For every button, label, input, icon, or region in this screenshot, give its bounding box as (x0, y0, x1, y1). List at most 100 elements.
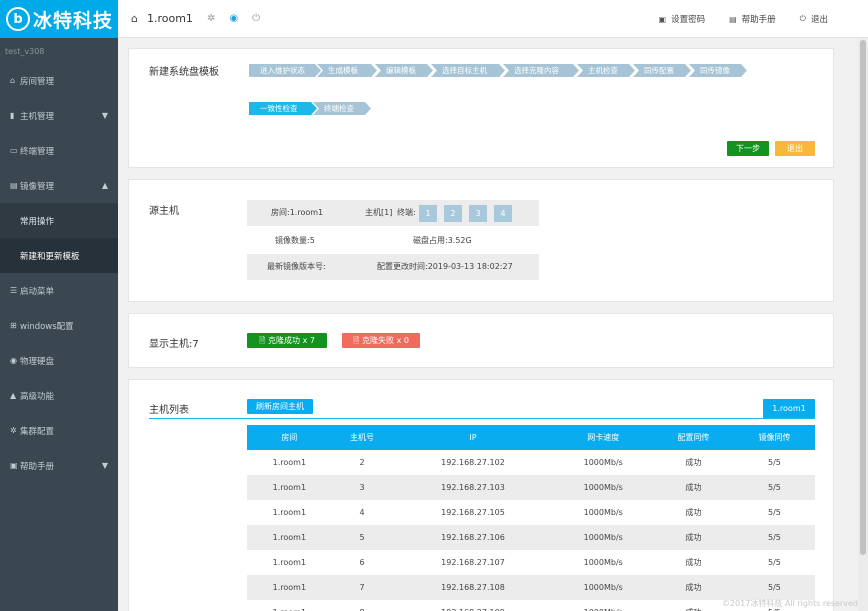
column-header[interactable]: 镜像同传 (733, 425, 815, 450)
host-list-title: 主机列表 (149, 405, 189, 416)
column-header[interactable]: 配置同传 (652, 425, 734, 450)
sidebar-item-terminal[interactable]: ▭ 终端管理 (0, 133, 118, 168)
gear-icon[interactable]: ✲ (207, 13, 215, 24)
cell-ip: 192.168.27.105 (441, 508, 505, 517)
step-host-check[interactable]: 主机检查 (577, 64, 635, 77)
terminal-button[interactable]: 4 (494, 205, 512, 222)
refresh-room-hosts-button[interactable]: 刷新房间主机 (247, 399, 313, 414)
logout-label: 退出 (810, 15, 828, 25)
lock-icon: ▣ (658, 14, 667, 24)
topbar-links: ▣ 设置密码 ▤ 帮助手册 ⏻ 退出 (635, 0, 829, 38)
sidebar-item-boot-menu[interactable]: ☰ 启动菜单 (0, 273, 118, 308)
step-consistency-check[interactable]: 一致性检查 (249, 102, 317, 115)
sidebar-item-label: 房间管理 (20, 76, 55, 87)
cell-image-sync: 5/5 (768, 458, 781, 467)
table-row[interactable]: 1.room1 3 192.168.27.103 1000Mb/s 成功 5/5 (247, 475, 815, 500)
step-sync-config[interactable]: 同传配置 (633, 64, 691, 77)
logout-link[interactable]: ⏻ 退出 (800, 13, 828, 25)
help-icon: ▣ (10, 461, 18, 470)
cell-host-number: 5 (331, 525, 393, 550)
cell-room: 1.room1 (247, 525, 332, 550)
cell-nic-speed: 1000Mb/s (583, 558, 623, 567)
brand-logo-icon: b (6, 7, 30, 31)
cell-host-number: 8 (332, 600, 393, 611)
column-header[interactable]: 房间 (247, 425, 332, 450)
sidebar-item-label: 新建和更新模板 (20, 251, 80, 262)
exit-button[interactable]: 退出 (775, 141, 815, 156)
cell-host-number: 2 (359, 458, 365, 467)
cell-config-sync: 成功 (685, 458, 702, 467)
next-step-button[interactable]: 下一步 (727, 141, 769, 156)
home-icon[interactable]: ⌂ (131, 12, 138, 25)
table-row[interactable]: 1.room1 5 192.168.27.106 1000Mb/s 成功 5/5 (247, 525, 815, 550)
clone-success-label: 克隆成功 x 7 (268, 336, 315, 345)
globe-icon[interactable]: ◉ (229, 13, 238, 24)
cell-room: 1.room1 (247, 575, 332, 600)
sidebar-item-host[interactable]: ▮ 主机管理 ▼ (0, 98, 118, 133)
table-row[interactable]: 1.room1 2 192.168.27.102 1000Mb/s 成功 5/5 (247, 450, 815, 475)
image-count: 镜像数量:5 (275, 236, 315, 245)
brand-name: 冰特科技 (33, 9, 114, 32)
file-icon: 🗎 (353, 336, 363, 345)
power-icon[interactable]: ⏻ (252, 13, 260, 24)
cell-config-sync: 成功 (652, 475, 734, 500)
clone-fail-button[interactable]: 🗎 克隆失败 x 0 (342, 333, 420, 348)
step-edit-template[interactable]: 编辑模板 (375, 64, 433, 77)
step-maintenance[interactable]: 进入维护状态 (249, 64, 321, 77)
terminal-button[interactable]: 3 (469, 205, 487, 222)
terminal-button[interactable]: 2 (444, 205, 462, 222)
sidebar-item-cluster[interactable]: ✲ 集群配置 (0, 413, 118, 448)
set-password-link[interactable]: ▣ 设置密码 (658, 13, 706, 26)
sidebar-item-label: 终端管理 (20, 146, 55, 157)
cell-image-sync: 5/5 (768, 508, 781, 517)
step-select-target[interactable]: 选择目标主机 (431, 64, 505, 77)
sidebar-item-windows[interactable]: ⊞ windows配置 (0, 308, 118, 343)
sidebar-item-room[interactable]: ⌂ 房间管理 (0, 63, 118, 98)
column-header[interactable]: 主机号 (331, 425, 393, 450)
cell-image-sync: 5/5 (768, 558, 781, 567)
cell-host-number: 7 (331, 575, 393, 600)
help-manual-link[interactable]: ▤ 帮助手册 (729, 13, 776, 26)
step-sync-image[interactable]: 同传镜像 (689, 64, 747, 77)
table-row[interactable]: 1.room1 4 192.168.27.105 1000Mb/s 成功 5/5 (247, 500, 815, 525)
cell-ip: 192.168.27.103 (392, 475, 554, 500)
cell-image-sync: 5/5 (733, 575, 815, 600)
cell-config-sync: 成功 (685, 508, 702, 517)
column-header[interactable]: 网卡速度 (553, 425, 653, 450)
template-panel: 新建系统盘模板 进入维护状态 生成模板 编辑模板 选择目标主机 选择克隆内容 主… (128, 48, 834, 168)
step-terminal-check[interactable]: 终端检查 (313, 102, 371, 115)
host-icon: ▮ (10, 111, 15, 120)
step-select-clone[interactable]: 选择克隆内容 (503, 64, 579, 77)
scroll-thumb[interactable] (860, 40, 866, 555)
cell-room: 1.room1 (272, 458, 307, 467)
disk-usage: 磁盘占用:3.52G (413, 236, 472, 245)
source-info-row: 镜像数量:5 磁盘占用:3.52G (247, 228, 539, 254)
windows-icon: ⊞ (10, 321, 17, 330)
step-generate-template[interactable]: 生成模板 (317, 64, 377, 77)
column-header[interactable]: IP (392, 425, 554, 450)
terminal-label: 终端: (397, 208, 416, 217)
sidebar-item-advanced[interactable]: ▲ 高级功能 (0, 378, 118, 413)
cell-ip: 192.168.27.106 (392, 525, 554, 550)
room-tab[interactable]: 1.room1 (763, 399, 815, 419)
sidebar-item-image[interactable]: ▤ 镜像管理 ▲ (0, 168, 118, 203)
terminal-button[interactable]: 1 (419, 205, 437, 222)
sidebar-subitem-template[interactable]: 新建和更新模板 (0, 238, 118, 273)
sidebar-item-disk[interactable]: ◉ 物理硬盘 (0, 343, 118, 378)
topbar: ⌂ 1.room1 ✲ ◉ ⏻ ▣ 设置密码 ▤ 帮助手册 ⏻ 退出 (118, 0, 868, 38)
power-icon: ⏻ (799, 14, 806, 23)
book-icon: ▤ (729, 14, 737, 24)
sidebar-item-help[interactable]: ▣ 帮助手册 ▼ (0, 448, 118, 483)
sidebar-subitem-common[interactable]: 常用操作 (0, 203, 118, 238)
advanced-icon: ▲ (10, 391, 17, 400)
clone-success-button[interactable]: 🗎 克隆成功 x 7 (247, 333, 327, 348)
cell-config-sync: 成功 (685, 558, 702, 567)
menu-icon: ☰ (10, 286, 18, 295)
display-host-panel: 显示主机:7 🗎 克隆成功 x 7 🗎 克隆失败 x 0 (128, 313, 834, 368)
source-host-title: 源主机 (149, 206, 179, 217)
page-scrollbar[interactable] (858, 38, 868, 611)
image-icon: ▤ (10, 181, 18, 190)
table-row[interactable]: 1.room1 6 192.168.27.107 1000Mb/s 成功 5/5 (247, 550, 815, 575)
table-row[interactable]: 1.room1 7 192.168.27.108 1000Mb/s 成功 5/5 (247, 575, 815, 600)
cell-nic-speed: 1000Mb/s (553, 475, 653, 500)
